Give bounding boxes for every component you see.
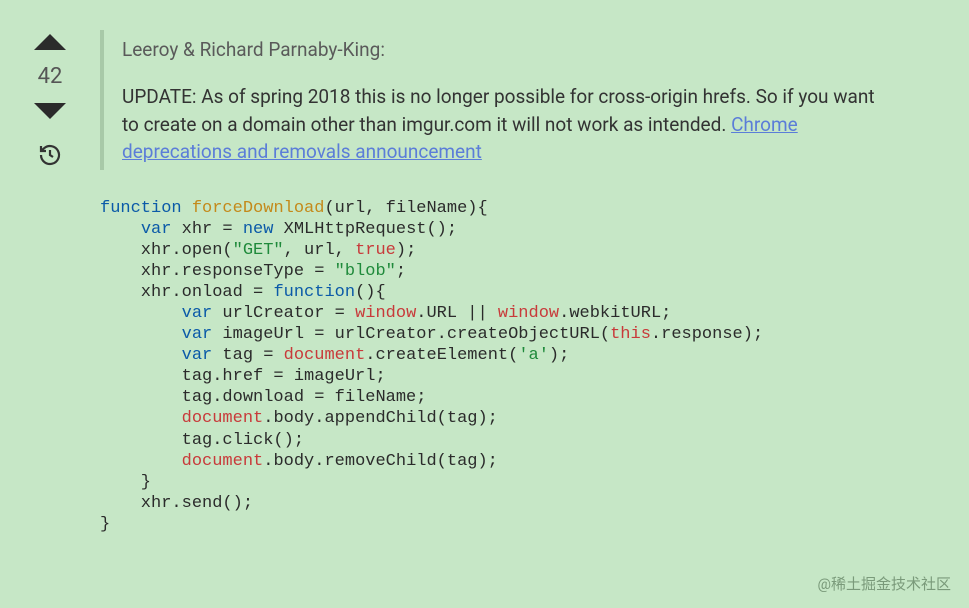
upvote-icon[interactable]	[34, 34, 66, 50]
answer-content: Leeroy & Richard Parnaby-King: UPDATE: A…	[80, 30, 949, 535]
blockquote: Leeroy & Richard Parnaby-King: UPDATE: A…	[100, 30, 949, 170]
vote-count: 42	[38, 64, 63, 89]
quote-body: UPDATE: As of spring 2018 this is no lon…	[122, 83, 882, 166]
code-block: function forceDownload(url, fileName){ v…	[100, 198, 949, 535]
downvote-icon[interactable]	[34, 103, 66, 119]
vote-column: 42	[20, 30, 80, 535]
history-icon[interactable]	[38, 143, 62, 171]
quote-author: Leeroy & Richard Parnaby-King:	[122, 38, 931, 61]
watermark: @稀土掘金技术社区	[818, 573, 951, 594]
